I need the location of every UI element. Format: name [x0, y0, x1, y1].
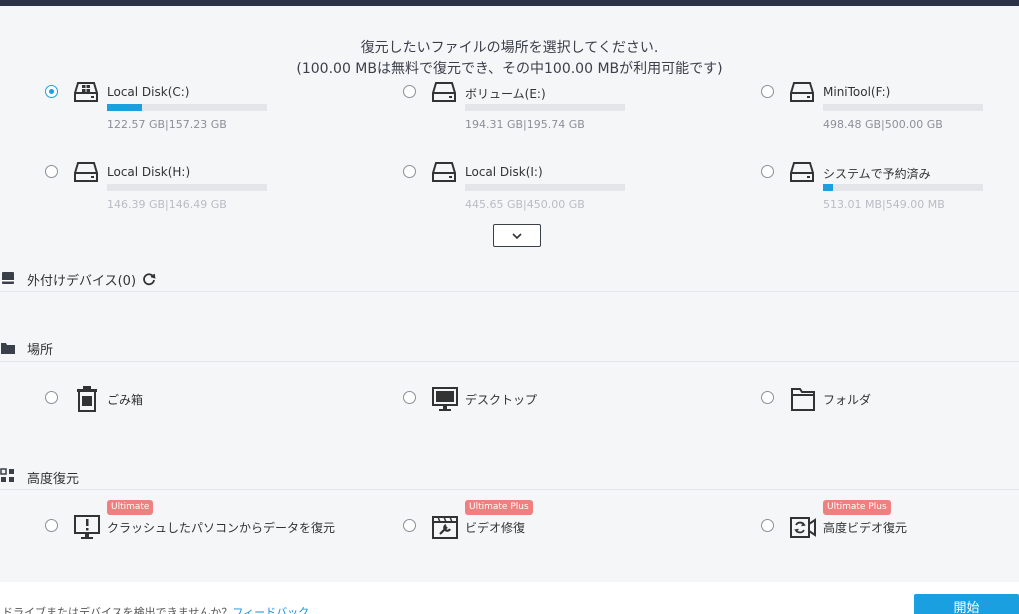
video-recovery-icon: [790, 517, 816, 538]
feedback-link[interactable]: フィードバック: [232, 606, 309, 614]
disk-usage-bar: [107, 184, 267, 191]
disk-name: MiniTool(F:): [823, 85, 891, 99]
top-bar: [0, 0, 1019, 6]
footer: ドライブまたはデバイスを検出できませんか？フィードバック 開始: [0, 582, 1019, 614]
location-radio-trash[interactable]: [45, 391, 58, 404]
disk-usage-bar: [823, 184, 983, 191]
windows-disk-icon: [74, 82, 98, 102]
disk-size: 498.48 GB|500.00 GB: [823, 118, 943, 131]
disk-radio[interactable]: [761, 85, 774, 98]
divider: [0, 291, 1019, 292]
advanced-radio-video-recovery[interactable]: [761, 519, 774, 532]
external-devices-title: 外付けデバイス(0): [27, 273, 137, 289]
external-devices-section: 外付けデバイス(0): [0, 270, 156, 289]
disk-icon: [790, 82, 814, 102]
disk-size: 445.65 GB|450.00 GB: [465, 198, 585, 211]
disk-radio[interactable]: [761, 165, 774, 178]
footer-question: ドライブまたはデバイスを検出できませんか？フィードバック: [2, 604, 309, 614]
advanced-label-crashed-pc: クラッシュしたパソコンからデータを復元: [107, 521, 336, 535]
ultimate-plus-badge: Ultimate Plus: [823, 500, 891, 515]
video-repair-icon: [432, 516, 458, 539]
chevron-down-icon: [512, 232, 522, 239]
disk-icon: [790, 162, 814, 182]
disk-usage-bar: [107, 104, 267, 111]
disk-size: 194.31 GB|195.74 GB: [465, 118, 585, 131]
disk-usage-bar: [465, 104, 625, 111]
refresh-icon[interactable]: [142, 272, 156, 286]
page-header: 復元したいファイルの場所を選択してください. (100.00 MBは無料で復元で…: [0, 38, 1019, 80]
advanced-label-video-recovery: 高度ビデオ復元: [823, 521, 908, 535]
disk-name: ボリューム(E:): [465, 87, 546, 101]
header-subtitle: (100.00 MBは無料で復元でき、その中100.00 MBが利用可能です): [296, 61, 723, 77]
location-label-trash: ごみ箱: [107, 393, 144, 407]
folder-section-icon: [1, 343, 15, 354]
location-radio-folder[interactable]: [761, 391, 774, 404]
external-drive-icon: [2, 272, 14, 284]
disk-radio[interactable]: [45, 165, 58, 178]
disk-radio[interactable]: [403, 85, 416, 98]
disk-icon: [74, 162, 98, 182]
grid-icon: [0, 468, 14, 482]
disk-size: 122.57 GB|157.23 GB: [107, 118, 227, 131]
advanced-recovery-title: 高度復元: [27, 471, 80, 487]
disk-usage-bar: [465, 184, 625, 191]
expand-drives-button[interactable]: [493, 224, 541, 247]
advanced-label-video-repair: ビデオ修復: [465, 521, 526, 535]
divider: [0, 489, 1019, 490]
disk-icon: [432, 82, 456, 102]
disk-name: Local Disk(C:): [107, 85, 190, 99]
disk-radio[interactable]: [45, 85, 58, 98]
disk-name: システムで予約済み: [823, 167, 931, 181]
trash-icon: [77, 386, 97, 412]
folder-icon: [791, 388, 815, 411]
location-label-desktop: デスクトップ: [465, 393, 538, 407]
disk-name: Local Disk(H:): [107, 165, 191, 179]
disk-usage-fill: [107, 104, 143, 111]
start-button[interactable]: 開始: [914, 594, 1019, 614]
location-label-folder: フォルダ: [823, 393, 872, 407]
disk-name: Local Disk(I:): [465, 165, 543, 179]
locations-section: 場所: [0, 339, 54, 358]
divider: [0, 361, 1019, 362]
location-radio-desktop[interactable]: [403, 391, 416, 404]
disk-icon: [432, 162, 456, 182]
footer-question-text: ドライブまたはデバイスを検出できませんか？: [2, 606, 233, 614]
ultimate-badge: Ultimate: [107, 500, 154, 515]
disk-size: 513.01 MB|549.00 MB: [823, 198, 945, 211]
locations-title: 場所: [27, 342, 54, 358]
advanced-radio-crashed-pc[interactable]: [45, 519, 58, 532]
disk-radio[interactable]: [403, 165, 416, 178]
ultimate-plus-badge: Ultimate Plus: [465, 500, 533, 515]
advanced-recovery-section: 高度復元: [0, 468, 80, 487]
advanced-radio-video-repair[interactable]: [403, 519, 416, 532]
disk-size: 146.39 GB|146.49 GB: [107, 198, 227, 211]
crashed-pc-icon: [74, 515, 100, 539]
disk-usage-bar: [823, 104, 983, 111]
header-title: 復元したいファイルの場所を選択してください.: [360, 40, 659, 56]
disk-usage-fill: [823, 184, 833, 191]
desktop-icon: [432, 387, 458, 411]
